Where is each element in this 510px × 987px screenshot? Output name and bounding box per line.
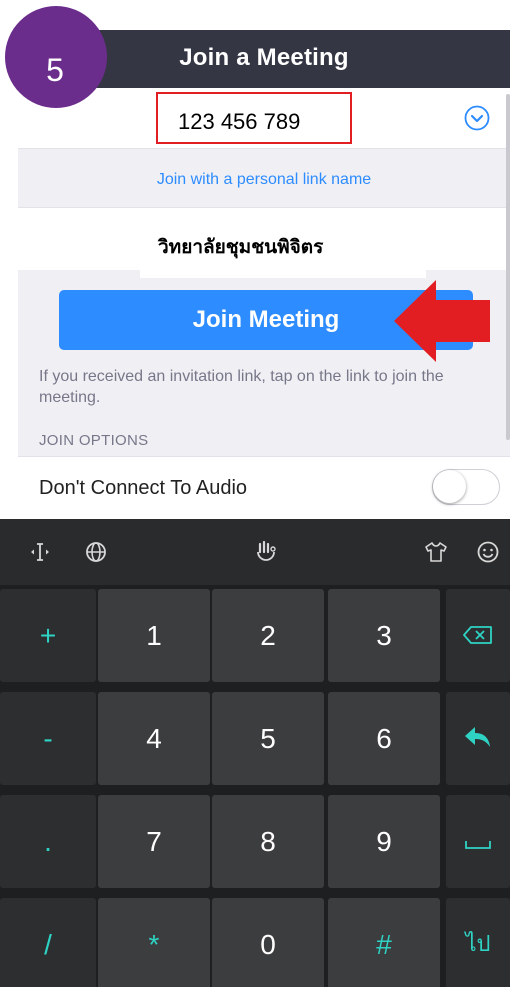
key-1[interactable]: 1 xyxy=(98,589,210,682)
key-5[interactable]: 5 xyxy=(212,692,324,785)
invitation-note: If you received an invitation link, tap … xyxy=(39,368,444,406)
key-asterisk[interactable]: * xyxy=(98,898,210,987)
enter-key[interactable] xyxy=(446,692,510,785)
space-key[interactable] xyxy=(446,795,510,888)
backspace-icon xyxy=(463,626,492,644)
go-key[interactable]: ไป xyxy=(446,898,510,987)
key-plus[interactable]: + xyxy=(0,589,96,682)
key-hash[interactable]: # xyxy=(328,898,440,987)
meeting-id-row: 123 456 789 xyxy=(18,88,510,148)
join-form: 123 456 789 Join with a personal link na… xyxy=(18,88,510,513)
personal-link-row: Join with a personal link name xyxy=(18,148,510,208)
key-2[interactable]: 2 xyxy=(212,589,324,682)
enter-icon xyxy=(465,727,490,747)
audio-toggle[interactable] xyxy=(432,469,500,505)
key-slash[interactable]: / xyxy=(0,898,96,987)
emoji-icon[interactable] xyxy=(476,540,500,564)
key-period[interactable]: . xyxy=(0,795,96,888)
key-8[interactable]: 8 xyxy=(212,795,324,888)
audio-option-row: Don't Connect To Audio xyxy=(18,456,510,513)
chevron-down-icon[interactable] xyxy=(464,105,490,131)
cursor-icon[interactable] xyxy=(28,540,52,564)
theme-shirt-icon[interactable] xyxy=(424,540,448,564)
key-4[interactable]: 4 xyxy=(98,692,210,785)
join-options-heading: JOIN OPTIONS xyxy=(39,432,149,449)
scrollbar[interactable] xyxy=(506,94,510,440)
key-6[interactable]: 6 xyxy=(328,692,440,785)
meeting-id-input[interactable]: 123 456 789 xyxy=(156,92,352,144)
toggle-knob xyxy=(433,470,466,503)
audio-option-label: Don't Connect To Audio xyxy=(39,477,248,499)
backspace-key[interactable] xyxy=(446,589,510,682)
key-minus[interactable]: - xyxy=(0,692,96,785)
key-7[interactable]: 7 xyxy=(98,795,210,888)
key-3[interactable]: 3 xyxy=(328,589,440,682)
numeric-keyboard: + 1 2 3 - 4 5 6 . 7 8 9 / * 0 # ไป xyxy=(0,519,510,987)
globe-icon[interactable] xyxy=(84,540,108,564)
personal-link-name-link[interactable]: Join with a personal link name xyxy=(18,171,510,189)
red-arrow-icon xyxy=(394,280,490,362)
display-name-row: วิทยาลัยชุมชนพิจิตร xyxy=(18,208,510,278)
step-badge: 5 xyxy=(5,6,107,108)
keyboard-toolbar xyxy=(0,519,510,585)
space-icon xyxy=(465,841,491,849)
key-0[interactable]: 0 xyxy=(212,898,324,987)
key-9[interactable]: 9 xyxy=(328,795,440,888)
voice-input-icon[interactable] xyxy=(254,540,278,564)
display-name-input[interactable]: วิทยาลัยชุมชนพิจิตร xyxy=(140,226,426,278)
